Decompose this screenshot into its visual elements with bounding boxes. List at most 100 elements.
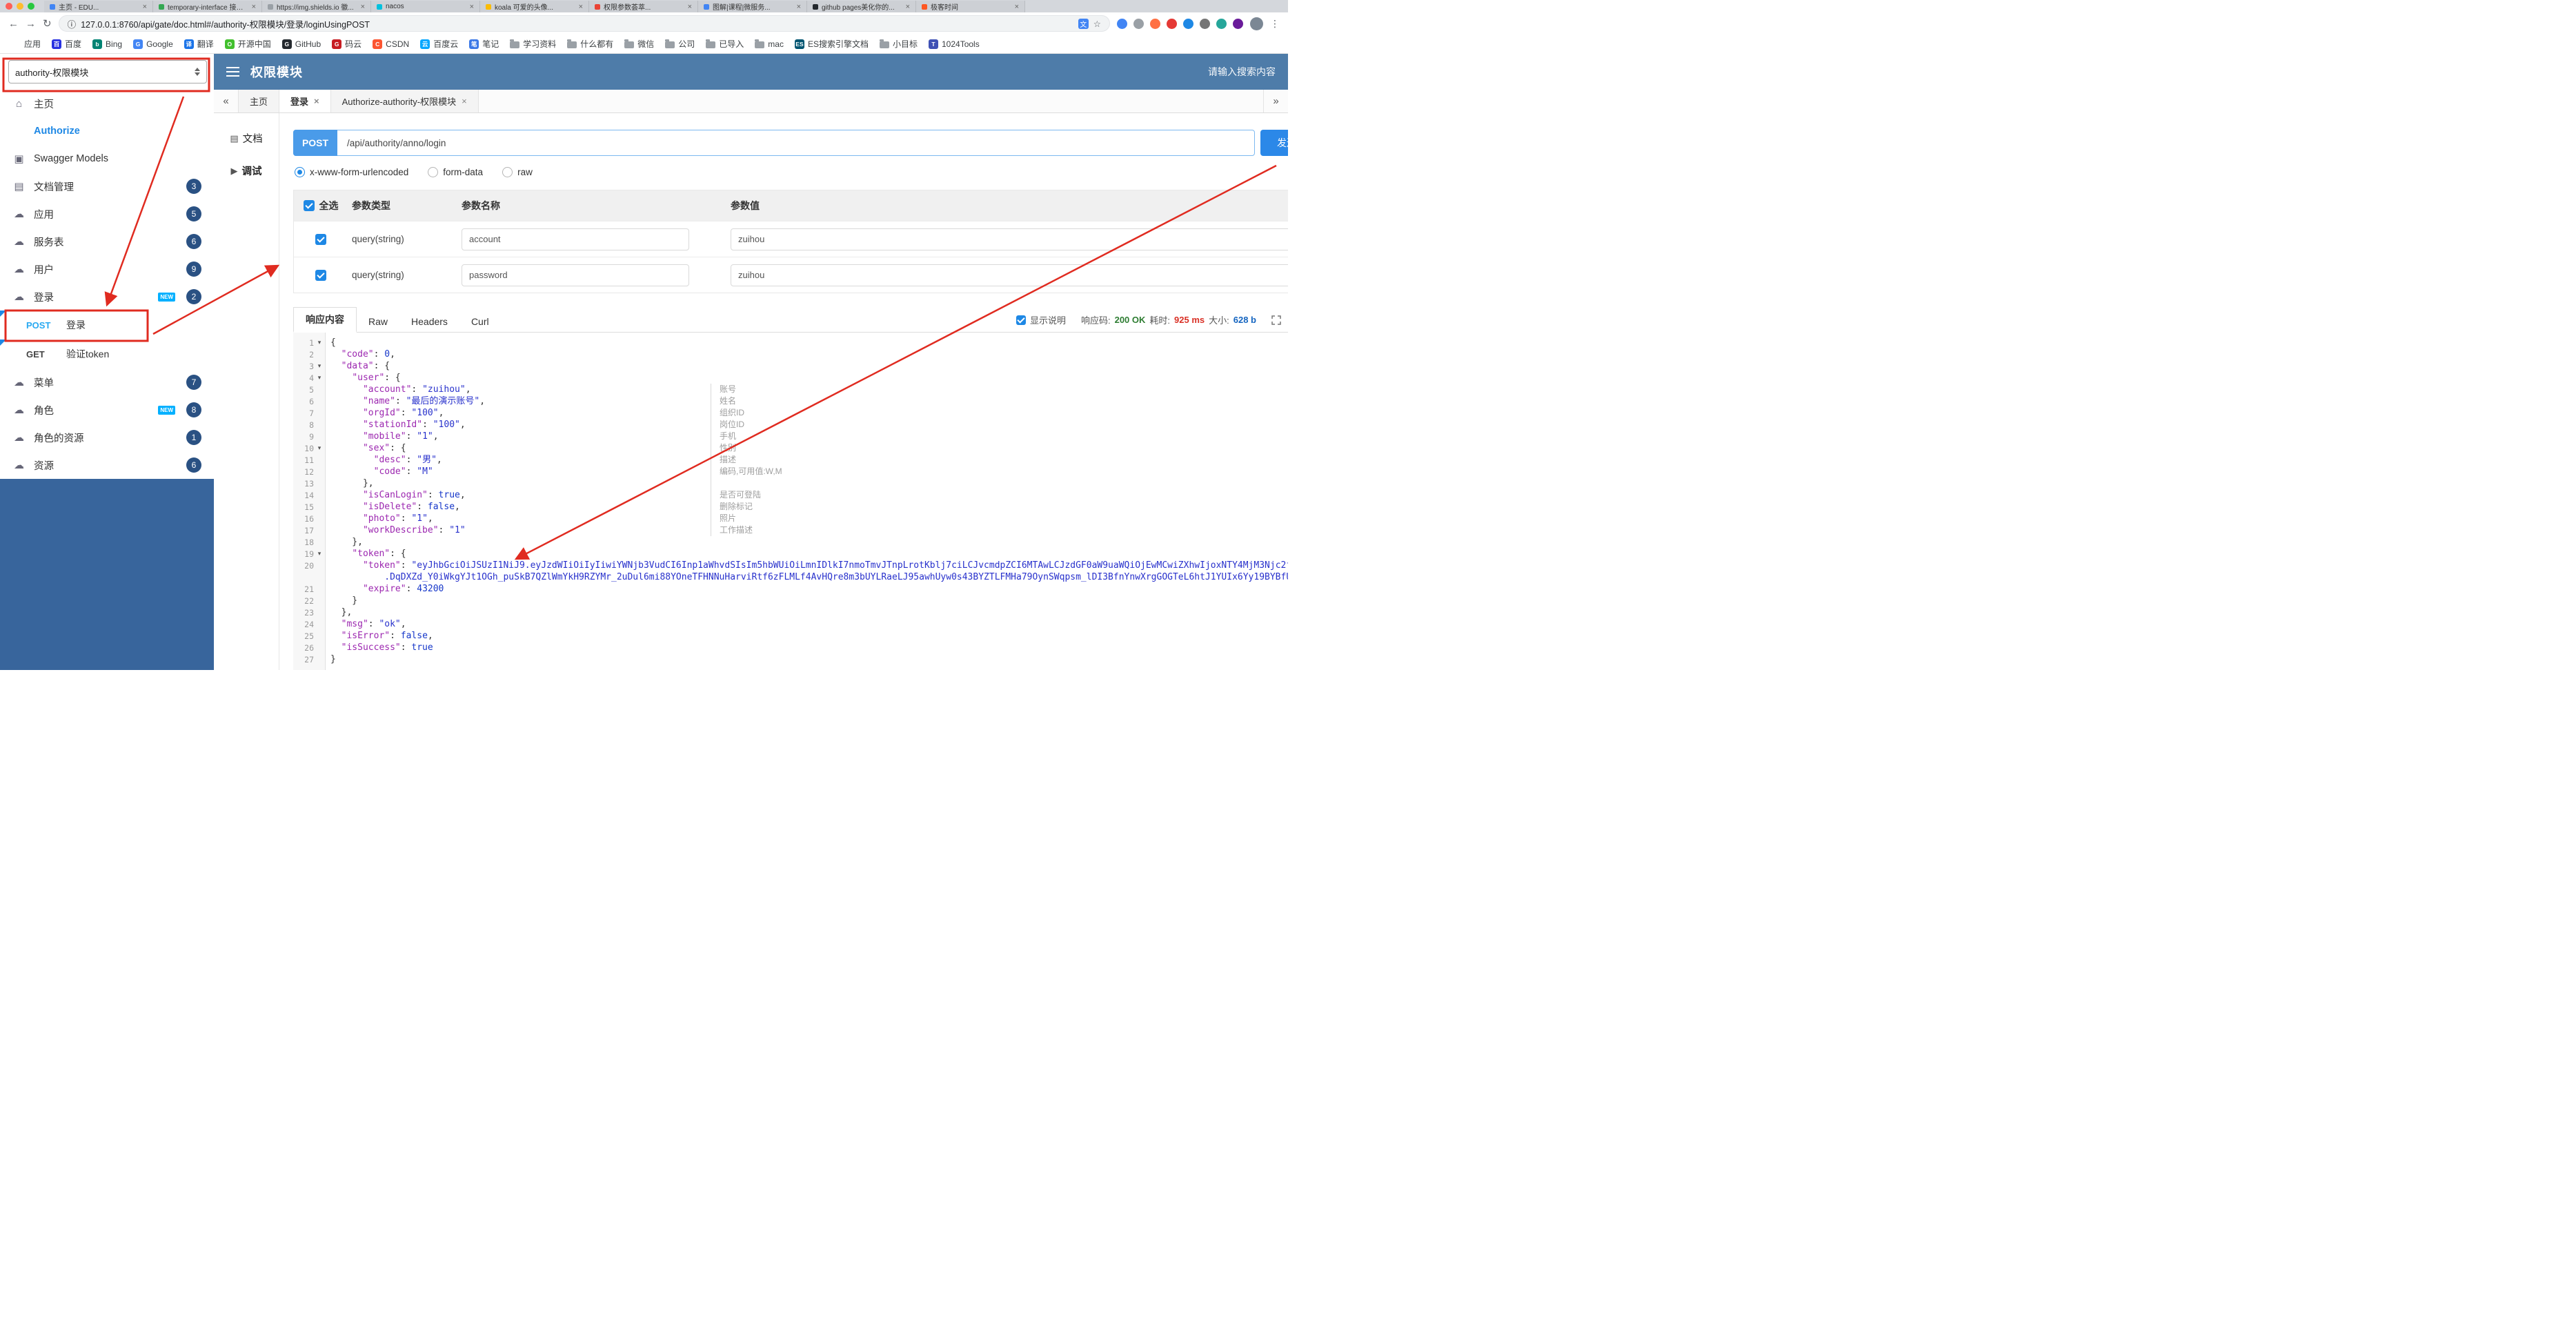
response-tab[interactable]: 响应内容 bbox=[293, 307, 357, 333]
body-type-option[interactable]: form-data bbox=[428, 167, 483, 177]
fold-icon[interactable] bbox=[314, 374, 325, 382]
bookmark-item[interactable]: T 1024Tools bbox=[924, 37, 984, 51]
tab-close-icon[interactable]: × bbox=[797, 3, 801, 11]
extension-icon[interactable] bbox=[1216, 18, 1227, 29]
tab-close-icon[interactable]: × bbox=[361, 3, 365, 11]
param-checkbox[interactable] bbox=[315, 269, 326, 281]
radio-icon[interactable] bbox=[428, 167, 439, 177]
param-name-input[interactable] bbox=[462, 228, 689, 250]
param-value-input[interactable] bbox=[731, 228, 1288, 250]
bookmark-item[interactable]: 百 百度 bbox=[47, 36, 86, 52]
profile-avatar[interactable] bbox=[1250, 17, 1263, 30]
sidebar-item-app[interactable]: ☁ 应用 5 bbox=[0, 200, 214, 228]
extension-icon[interactable] bbox=[1133, 18, 1144, 29]
tab-close-icon[interactable]: × bbox=[470, 3, 474, 11]
extension-icon[interactable] bbox=[1183, 18, 1193, 29]
bookmark-item[interactable]: mac bbox=[750, 37, 789, 51]
fold-icon[interactable] bbox=[314, 444, 325, 452]
fold-icon[interactable] bbox=[314, 550, 325, 558]
tab-debug[interactable]: ▶ 调试 bbox=[231, 164, 262, 178]
menu-hamburger-icon[interactable] bbox=[226, 67, 239, 77]
extension-icon[interactable] bbox=[1167, 18, 1177, 29]
bookmark-item[interactable]: 微信 bbox=[620, 36, 659, 52]
response-tab[interactable]: Curl bbox=[459, 311, 501, 332]
browser-tab[interactable]: 主页 - EDU... × bbox=[44, 1, 153, 12]
bookmark-item[interactable]: C CSDN bbox=[368, 37, 414, 51]
bookmark-item[interactable]: 已导入 bbox=[701, 36, 749, 52]
sidebar-item-authorize[interactable]: Authorize bbox=[0, 117, 214, 145]
browser-tab[interactable]: https://img.shields.io 徽... × bbox=[262, 1, 371, 12]
extension-icon[interactable] bbox=[1150, 18, 1160, 29]
sidebar-item-swagger-models[interactable]: ▣ Swagger Models bbox=[0, 145, 214, 173]
fullscreen-icon[interactable] bbox=[1271, 315, 1281, 325]
minimize-window-icon[interactable] bbox=[17, 3, 23, 10]
browser-menu-icon[interactable]: ⋮ bbox=[1270, 18, 1280, 30]
page-info-icon[interactable]: ⓘ bbox=[68, 17, 77, 30]
bookmark-item[interactable]: 公司 bbox=[660, 36, 700, 52]
header-search-input[interactable]: 请输入搜索内容 bbox=[1208, 65, 1276, 79]
bookmark-star-icon[interactable]: ☆ bbox=[1093, 19, 1101, 29]
bookmark-item[interactable]: G Google bbox=[128, 37, 178, 51]
bookmark-item[interactable]: G 码云 bbox=[327, 36, 366, 52]
sidebar-item-doc-manage[interactable]: ▤ 文档管理 3 bbox=[0, 173, 214, 200]
chevron-right-icon[interactable]: » bbox=[1263, 90, 1288, 112]
bookmark-item[interactable]: ES ES搜索引擎文档 bbox=[790, 36, 873, 52]
sidebar-item-login[interactable]: ☁ 登录 NEW 2 bbox=[0, 283, 214, 311]
chevron-left-icon[interactable]: « bbox=[214, 90, 239, 112]
reload-icon[interactable]: ↻ bbox=[43, 17, 52, 30]
sidebar-item-service-table[interactable]: ☁ 服务表 6 bbox=[0, 228, 214, 255]
translate-icon[interactable]: 文 bbox=[1078, 18, 1089, 29]
tab-close-icon[interactable]: × bbox=[252, 3, 256, 11]
browser-tab[interactable]: nacos × bbox=[371, 1, 480, 12]
bookmark-item[interactable]: 应用 bbox=[6, 36, 46, 52]
body-type-option[interactable]: x-www-form-urlencoded bbox=[295, 167, 408, 177]
select-all-checkbox[interactable] bbox=[303, 200, 315, 211]
tab-close-icon[interactable]: × bbox=[906, 3, 910, 11]
sidebar-api-get-verify-token[interactable]: GET 验证token bbox=[0, 339, 214, 368]
bookmark-item[interactable]: 译 翻译 bbox=[179, 36, 219, 52]
param-value-input[interactable] bbox=[731, 264, 1288, 286]
extension-icon[interactable] bbox=[1233, 18, 1243, 29]
extension-icon[interactable] bbox=[1117, 18, 1127, 29]
sidebar-item-menu[interactable]: ☁ 菜单 7 bbox=[0, 368, 214, 396]
forward-icon[interactable]: → bbox=[26, 18, 36, 30]
radio-icon[interactable] bbox=[295, 167, 305, 177]
browser-tab[interactable]: temporary-interface 接口... × bbox=[153, 1, 262, 12]
close-window-icon[interactable] bbox=[6, 3, 12, 10]
bookmark-item[interactable]: 什么都有 bbox=[562, 36, 618, 52]
send-button[interactable]: 发送 bbox=[1260, 130, 1288, 156]
fold-icon[interactable] bbox=[314, 362, 325, 370]
sidebar-item-role-resource[interactable]: ☁ 角色的资源 1 bbox=[0, 424, 214, 451]
response-tab[interactable]: Raw bbox=[357, 311, 399, 332]
sidebar-item-role[interactable]: ☁ 角色 NEW 8 bbox=[0, 396, 214, 424]
zoom-window-icon[interactable] bbox=[28, 3, 34, 10]
response-tab[interactable]: Headers bbox=[399, 311, 459, 332]
sidebar-item-home[interactable]: ⌂ 主页 bbox=[0, 90, 214, 117]
browser-tab[interactable]: 极客时间 × bbox=[916, 1, 1025, 12]
browser-tab[interactable]: koala 可爱的头像... × bbox=[480, 1, 589, 12]
content-tab[interactable]: 登录 × bbox=[279, 90, 331, 112]
sidebar-item-user[interactable]: ☁ 用户 9 bbox=[0, 255, 214, 283]
param-checkbox[interactable] bbox=[315, 233, 326, 245]
show-description-checkbox[interactable] bbox=[1015, 315, 1026, 325]
bookmark-item[interactable]: 云 百度云 bbox=[415, 36, 463, 52]
bookmark-item[interactable]: O 开源中国 bbox=[220, 36, 276, 52]
browser-tab[interactable]: github pages美化你的... × bbox=[807, 1, 916, 12]
bookmark-item[interactable]: 学习资料 bbox=[505, 36, 561, 52]
bookmark-item[interactable]: b Bing bbox=[88, 37, 127, 51]
radio-icon[interactable] bbox=[502, 167, 513, 177]
extension-icon[interactable] bbox=[1200, 18, 1210, 29]
module-select[interactable]: authority-权限模块 bbox=[8, 60, 207, 83]
bookmark-item[interactable]: 小目标 bbox=[875, 36, 922, 52]
tab-document[interactable]: ▤ 文档 bbox=[230, 131, 262, 146]
sidebar-api-post-login[interactable]: POST 登录 bbox=[0, 311, 214, 339]
address-bar[interactable]: ⓘ 127.0.0.1:8760/api/gate/doc.html#/auth… bbox=[58, 15, 1110, 32]
body-type-option[interactable]: raw bbox=[502, 167, 533, 177]
tab-close-icon[interactable]: × bbox=[143, 3, 147, 11]
param-name-input[interactable] bbox=[462, 264, 689, 286]
content-tab[interactable]: 主页 bbox=[239, 90, 280, 112]
sidebar-item-resource[interactable]: ☁ 资源 6 bbox=[0, 451, 214, 479]
back-icon[interactable]: ← bbox=[8, 18, 19, 30]
content-tab[interactable]: Authorize-authority-权限模块 × bbox=[330, 90, 479, 112]
browser-tab[interactable]: 权限参数荟萃... × bbox=[589, 1, 698, 12]
